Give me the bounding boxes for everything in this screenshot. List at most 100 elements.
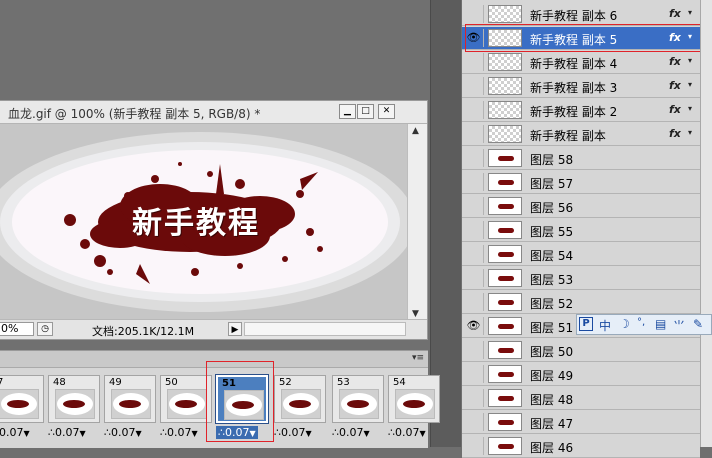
layer-row[interactable]: 新手教程 副本 fx ▾ — [462, 123, 700, 146]
layers-scrollbar[interactable] — [700, 0, 712, 447]
visibility-toggle[interactable] — [464, 77, 484, 95]
layer-row[interactable]: 图层 49 — [462, 363, 700, 386]
visibility-toggle[interactable] — [464, 413, 484, 431]
frame-delay[interactable]: ∴0.07▼ — [274, 426, 312, 439]
layer-thumbnail — [488, 437, 522, 455]
effects-expand-icon[interactable]: ▾ — [688, 8, 692, 17]
visibility-toggle[interactable] — [464, 365, 484, 383]
layer-effects-icon[interactable]: fx — [669, 7, 681, 20]
visibility-toggle[interactable] — [464, 197, 484, 215]
effects-expand-icon[interactable]: ▾ — [688, 104, 692, 113]
animation-frame[interactable]: 51 ∴0.07▼ — [214, 374, 269, 441]
ime-settings-icon[interactable]: ✎ — [693, 317, 703, 331]
visibility-toggle[interactable] — [464, 293, 484, 311]
layer-row[interactable]: 图层 53 — [462, 267, 700, 290]
layer-row[interactable]: 图层 56 — [462, 195, 700, 218]
frame-delay[interactable]: ∴0.07▼ — [332, 426, 370, 439]
animation-frame[interactable]: 48 ∴0.07▼ — [46, 375, 100, 441]
frame-delay[interactable]: ∴0.07▼ — [104, 426, 142, 439]
layer-row[interactable]: 图层 52 — [462, 291, 700, 314]
ime-keyboard-icon[interactable]: ▤ — [655, 317, 666, 331]
visibility-toggle[interactable] — [464, 245, 484, 263]
visibility-toggle[interactable]: 👁 — [464, 29, 484, 47]
visibility-toggle[interactable] — [464, 53, 484, 71]
animation-frame[interactable]: 7 ∴0.07▼ — [0, 375, 44, 441]
layer-row[interactable]: 新手教程 副本 3 fx ▾ — [462, 75, 700, 98]
ime-language-toggle[interactable]: 中 — [599, 317, 611, 334]
layer-thumbnail — [488, 221, 522, 239]
layer-name: 图层 53 — [530, 273, 574, 287]
close-button[interactable]: ✕ — [378, 104, 395, 119]
layer-row[interactable]: 图层 54 — [462, 243, 700, 266]
animation-frame[interactable]: 52 ∴0.07▼ — [272, 375, 326, 441]
layer-row[interactable]: 图层 47 — [462, 411, 700, 434]
visibility-toggle[interactable] — [464, 101, 484, 119]
canvas-title-text: 新手教程 — [132, 206, 260, 241]
layer-row[interactable]: 新手教程 副本 2 fx ▾ — [462, 99, 700, 122]
layer-effects-icon[interactable]: fx — [669, 55, 681, 68]
frame-thumbnail-box[interactable]: 7 — [0, 375, 44, 423]
frame-delay[interactable]: ∴0.07▼ — [160, 426, 198, 439]
ime-logo-icon[interactable]: P — [579, 317, 593, 331]
frame-thumbnail-box[interactable]: 49 — [104, 375, 156, 423]
frame-thumbnail-box[interactable]: 50 — [160, 375, 212, 423]
animation-frame[interactable]: 50 ∴0.07▼ — [158, 375, 212, 441]
frame-thumbnail-box[interactable]: 52 — [274, 375, 326, 423]
visibility-toggle[interactable] — [464, 389, 484, 407]
document-titlebar[interactable]: 血龙.gif @ 100% (新手教程 副本 5, RGB/8) * ▁ □ ✕ — [0, 101, 427, 124]
frame-delay[interactable]: ∴0.07▼ — [216, 426, 258, 439]
visibility-toggle[interactable] — [464, 221, 484, 239]
image-canvas[interactable]: 新手教程 — [0, 124, 408, 321]
animation-frame[interactable]: 49 ∴0.07▼ — [102, 375, 156, 441]
layer-row[interactable]: 图层 55 — [462, 219, 700, 242]
panel-menu-icon[interactable]: ▾≡ — [412, 353, 424, 363]
frame-delay[interactable]: ∴0.07▼ — [388, 426, 426, 439]
scroll-up-icon[interactable]: ▲ — [412, 126, 419, 136]
minimize-button[interactable]: ▁ — [339, 104, 356, 119]
effects-expand-icon[interactable]: ▾ — [688, 56, 692, 65]
visibility-toggle[interactable] — [464, 269, 484, 287]
ime-punctuation-icon[interactable]: °, — [637, 317, 645, 328]
layer-row[interactable]: 图层 57 — [462, 171, 700, 194]
effects-expand-icon[interactable]: ▾ — [688, 32, 692, 41]
effects-expand-icon[interactable]: ▾ — [688, 128, 692, 137]
frame-delay-icon: ∴ — [274, 426, 281, 439]
horizontal-scrollbar[interactable] — [244, 322, 406, 336]
layer-row[interactable]: 图层 58 — [462, 147, 700, 170]
frame-thumbnail-box[interactable]: 54 — [388, 375, 440, 423]
status-menu-arrow-icon[interactable]: ▶ — [228, 322, 242, 336]
visibility-toggle[interactable] — [464, 173, 484, 191]
layer-effects-icon[interactable]: fx — [669, 127, 681, 140]
layer-effects-icon[interactable]: fx — [669, 31, 681, 44]
animation-frame[interactable]: 53 ∴0.07▼ — [330, 375, 384, 441]
frame-delay[interactable]: ∴0.07▼ — [48, 426, 86, 439]
visibility-toggle[interactable] — [464, 341, 484, 359]
animation-frame[interactable]: 54 ∴0.07▼ — [386, 375, 440, 441]
zoom-field[interactable]: 0% — [0, 322, 34, 336]
layer-row[interactable]: 图层 50 — [462, 339, 700, 362]
ime-moon-icon[interactable]: ☽ — [619, 317, 630, 331]
frame-thumbnail-box[interactable]: 53 — [332, 375, 384, 423]
frame-number: 48 — [53, 377, 66, 388]
visibility-toggle[interactable] — [464, 5, 484, 23]
visibility-toggle[interactable] — [464, 125, 484, 143]
effects-expand-icon[interactable]: ▾ — [688, 80, 692, 89]
layer-row[interactable]: 图层 48 — [462, 387, 700, 410]
vertical-scrollbar[interactable]: ▲ ▼ — [407, 124, 427, 321]
layer-effects-icon[interactable]: fx — [669, 103, 681, 116]
maximize-button[interactable]: □ — [357, 104, 374, 119]
visibility-toggle[interactable] — [464, 149, 484, 167]
frame-thumbnail-box[interactable]: 48 — [48, 375, 100, 423]
document-size-info[interactable]: 文档:205.1K/12.1M — [92, 323, 194, 339]
layer-row[interactable]: 新手教程 副本 6 fx ▾ — [462, 3, 700, 26]
layer-row[interactable]: 新手教程 副本 4 fx ▾ — [462, 51, 700, 74]
layer-row[interactable]: 👁 新手教程 副本 5 fx ▾ — [462, 27, 700, 50]
frame-thumbnail-box[interactable]: 51 — [215, 374, 269, 424]
ime-symbol-icon[interactable]: ⺌ — [673, 317, 685, 334]
visibility-toggle[interactable]: 👁 — [464, 317, 484, 335]
zoom-reset-icon[interactable]: ◷ — [37, 322, 53, 336]
scroll-down-icon[interactable]: ▼ — [412, 309, 419, 319]
visibility-toggle[interactable] — [464, 437, 484, 455]
layer-effects-icon[interactable]: fx — [669, 79, 681, 92]
frame-delay[interactable]: ∴0.07▼ — [0, 426, 30, 439]
